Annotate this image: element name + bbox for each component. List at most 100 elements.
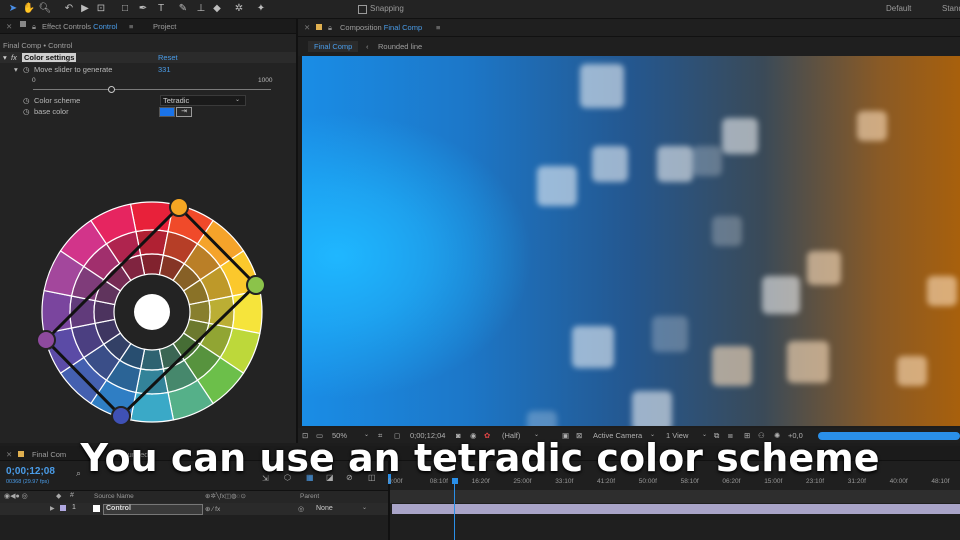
bokeh-light	[897, 356, 927, 386]
snapping-label: Snapping	[370, 4, 404, 13]
pen-tool-icon[interactable]: ✒	[136, 2, 150, 16]
base-color-swatch[interactable]	[159, 107, 175, 117]
tab-effect-controls-layer: Control	[93, 22, 118, 31]
camera-tool-icon[interactable]: ▶	[78, 2, 92, 16]
breadcrumb-chevron-icon: ‹	[366, 42, 369, 51]
layer-duration-bar[interactable]	[392, 504, 960, 514]
tab-composition-comp: Final Comp	[383, 23, 423, 32]
stopwatch-icon[interactable]: ◷	[23, 96, 30, 105]
pan-behind-tool-icon[interactable]: ⊡	[94, 2, 108, 16]
subtitle-caption: You can use an tetradic color scheme	[80, 436, 880, 480]
bokeh-light	[580, 64, 624, 108]
type-tool-icon[interactable]: T	[154, 2, 168, 16]
lock-icon[interactable]: 🔒︎	[328, 23, 332, 33]
bokeh-light	[722, 118, 758, 154]
rectangle-tool-icon[interactable]: □	[118, 2, 132, 16]
effect-name[interactable]: Color settings	[22, 53, 77, 62]
handle-orange[interactable]	[169, 197, 189, 217]
pickwhip-icon[interactable]: ◎	[298, 505, 304, 513]
handle-blue[interactable]	[111, 406, 131, 426]
chevron-down-icon[interactable]: ⌄	[362, 504, 367, 511]
selection-tool-icon[interactable]: ➤	[6, 2, 20, 16]
eraser-tool-icon[interactable]: ◆	[210, 2, 224, 16]
effect-expand-arrow-icon[interactable]: ▾	[3, 53, 7, 62]
slider-value[interactable]: 331	[158, 65, 171, 74]
effect-controls-tabbar: ✕ 🔒︎ Effect Controls Control ≡ Project	[0, 19, 296, 34]
effect-breadcrumb: Final Comp • Control	[3, 41, 73, 50]
stopwatch-icon[interactable]: ◷	[23, 65, 30, 74]
wheel-segment	[129, 201, 175, 233]
wheel-center	[134, 294, 170, 330]
panel-menu-icon[interactable]	[20, 21, 26, 27]
color-scheme-value: Tetradic	[163, 96, 190, 105]
snapping-checkbox[interactable]	[358, 5, 367, 14]
bokeh-light	[632, 391, 672, 426]
color-scheme-label: Color scheme	[34, 96, 81, 105]
slider-max: 1000	[258, 77, 273, 84]
close-panel-icon[interactable]: ✕	[6, 22, 12, 31]
tools-toolbar: ➤ ✋ 🔍︎ ↶ ▶ ⊡ □ ✒ T ✎ ⊥ ◆ ✲ ✦ Snapping De…	[0, 0, 960, 19]
color-scheme-dropdown[interactable]: Tetradic ⌄	[160, 95, 246, 106]
comp-label-color-icon	[316, 24, 322, 30]
clone-stamp-tool-icon[interactable]: ⊥	[194, 2, 208, 16]
col-parent: Parent	[300, 493, 320, 500]
workspace-default[interactable]: Default	[886, 4, 911, 13]
tab-composition-label: Composition	[340, 23, 382, 32]
bokeh-light	[572, 326, 614, 368]
layer-expand-icon[interactable]: ▶	[50, 505, 55, 512]
roto-brush-tool-icon[interactable]: ✲	[232, 2, 246, 16]
layer-name-field[interactable]: Control	[103, 504, 203, 515]
hash-icon: #	[70, 492, 74, 499]
bokeh-light	[652, 316, 688, 352]
slider-track[interactable]	[33, 86, 271, 93]
bokeh-light	[807, 251, 841, 285]
bokeh-light	[712, 216, 742, 246]
tab-effect-controls[interactable]: Effect Controls Control	[42, 22, 117, 31]
breadcrumb-final-comp[interactable]: Final Comp	[308, 41, 359, 52]
breadcrumb-final-comp-label: Final Comp	[314, 42, 353, 51]
puppet-pin-tool-icon[interactable]: ✦	[254, 2, 268, 16]
zoom-tool-icon[interactable]: 🔍︎	[38, 2, 52, 16]
bokeh-light	[592, 146, 628, 182]
tab-composition[interactable]: Composition Final Comp	[340, 23, 422, 32]
hand-tool-icon[interactable]: ✋	[22, 2, 36, 16]
brush-tool-icon[interactable]: ✎	[176, 2, 190, 16]
close-panel-icon[interactable]: ✕	[304, 23, 310, 32]
rotate-tool-icon[interactable]: ↶	[62, 2, 76, 16]
bokeh-light	[927, 276, 957, 306]
playhead-line	[454, 484, 455, 540]
handle-purple[interactable]	[36, 330, 56, 350]
solid-layer-icon	[93, 505, 100, 512]
reset-link[interactable]: Reset	[158, 53, 178, 62]
fx-icon[interactable]: fx	[11, 53, 17, 62]
slider-expand-arrow-icon[interactable]: ▾	[14, 65, 18, 74]
handle-green[interactable]	[246, 275, 266, 295]
lock-icon[interactable]: 🔒︎	[32, 22, 36, 32]
stopwatch-icon[interactable]: ◷	[23, 107, 30, 116]
composition-panel-header: ✕ 🔒︎ Composition Final Comp ≡ Final Comp…	[298, 19, 960, 56]
parent-dropdown[interactable]: None	[316, 505, 333, 512]
bokeh-light	[527, 411, 557, 426]
av-features-icons: ◉◀● ◎	[4, 493, 28, 500]
col-source-name: Source Name	[94, 493, 134, 500]
layer-switches-icons[interactable]: ⊕ ∕ fx	[205, 505, 220, 513]
tab-menu-icon[interactable]: ≡	[436, 23, 440, 32]
chevron-down-icon: ⌄	[235, 97, 241, 103]
composition-viewer[interactable]	[302, 56, 960, 426]
layer-number: 1	[72, 504, 76, 511]
tab-menu-icon[interactable]: ≡	[129, 22, 133, 31]
switches-icons: ⊕✲╲fx◫◍◌⊙	[205, 493, 246, 500]
effect-controls-panel: ✕ 🔒︎ Effect Controls Control ≡ Project F…	[0, 19, 296, 443]
wheel-segment	[135, 368, 169, 395]
eyedropper-icon[interactable]: ⇥	[176, 107, 192, 117]
breadcrumb-rounded-line[interactable]: Rounded line	[378, 42, 422, 51]
bokeh-light	[857, 111, 887, 141]
slider-thumb[interactable]	[108, 86, 116, 93]
bokeh-light	[762, 276, 800, 314]
wheel-segment	[231, 289, 263, 335]
wheel-segment	[129, 391, 175, 423]
workspace-standard[interactable]: Stand	[942, 4, 960, 13]
layer-label-color-icon[interactable]	[60, 505, 66, 511]
tab-project[interactable]: Project	[153, 22, 176, 31]
tab-effect-controls-label: Effect Controls	[42, 22, 92, 31]
